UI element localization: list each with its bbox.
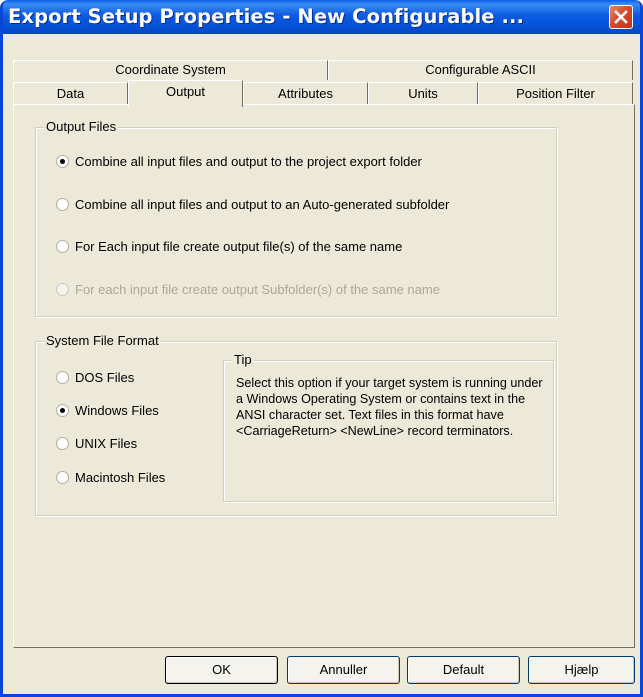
radio-label: UNIX Files — [75, 436, 138, 451]
radio-label: Combine all input files and output to th… — [75, 154, 422, 169]
ok-button[interactable]: OK — [165, 656, 278, 684]
radio-label: Combine all input files and output to an… — [75, 197, 450, 212]
tab-attributes[interactable]: Attributes — [243, 82, 368, 105]
radio-windows-files[interactable]: Windows Files — [56, 402, 159, 420]
radio-label: Windows Files — [75, 403, 159, 418]
system-file-format-group: System File Format DOS Files Windows Fil… — [35, 333, 557, 516]
radio-icon — [56, 471, 69, 485]
radio-icon — [56, 437, 69, 451]
radio-each-file-same-name[interactable]: For Each input file create output file(s… — [56, 238, 402, 256]
tab-label: Output — [165, 84, 206, 99]
close-button[interactable] — [609, 5, 633, 29]
window-title: Export Setup Properties - New Configurab… — [8, 5, 525, 28]
radio-label: DOS Files — [75, 370, 135, 385]
radio-disabled-icon — [56, 283, 69, 297]
radio-each-file-subfolder: For each input file create output Subfol… — [56, 281, 440, 299]
radio-unix-files[interactable]: UNIX Files — [56, 435, 137, 453]
tab-units[interactable]: Units — [368, 82, 478, 105]
radio-label: For each input file create output Subfol… — [75, 282, 440, 297]
title-bar[interactable]: Export Setup Properties - New Configurab… — [3, 0, 640, 34]
close-icon — [614, 10, 628, 24]
tip-group: Tip Select this option if your target sy… — [223, 352, 554, 502]
radio-macintosh-files[interactable]: Macintosh Files — [56, 469, 165, 487]
tab-label: Units — [408, 86, 438, 101]
radio-icon — [56, 371, 69, 385]
tab-label: Data — [56, 86, 85, 101]
tab-label: Attributes — [278, 86, 333, 101]
dialog-window: Export Setup Properties - New Configurab… — [0, 0, 643, 697]
radio-checked-icon — [56, 404, 69, 418]
radio-checked-icon — [56, 155, 69, 169]
output-files-legend: Output Files — [44, 119, 119, 135]
tab-output[interactable]: Output — [128, 80, 243, 107]
radio-icon — [56, 198, 69, 212]
cancel-button[interactable]: Annuller — [287, 656, 400, 684]
tab-panel-output: Output Files Combine all input files and… — [13, 104, 635, 648]
radio-icon — [56, 240, 69, 254]
radio-combine-project-folder[interactable]: Combine all input files and output to th… — [56, 153, 422, 171]
tab-coordinate-system[interactable]: Coordinate System — [13, 60, 328, 80]
output-files-group: Output Files Combine all input files and… — [35, 119, 557, 317]
tab-label: Position Filter — [516, 86, 595, 101]
tip-legend: Tip — [232, 352, 254, 368]
help-button[interactable]: Hjælp — [528, 656, 635, 684]
default-button[interactable]: Default — [407, 656, 520, 684]
tab-label: Configurable ASCII — [425, 62, 536, 77]
tip-text: Select this option if your target system… — [236, 376, 543, 438]
tab-position-filter[interactable]: Position Filter — [478, 82, 633, 105]
radio-dos-files[interactable]: DOS Files — [56, 369, 134, 387]
tab-label: Coordinate System — [115, 62, 226, 77]
radio-label: Macintosh Files — [75, 470, 166, 485]
radio-combine-auto-subfolder[interactable]: Combine all input files and output to an… — [56, 196, 449, 214]
system-file-format-legend: System File Format — [44, 333, 161, 349]
tab-data[interactable]: Data — [13, 82, 128, 105]
tab-configurable-ascii[interactable]: Configurable ASCII — [328, 60, 633, 80]
radio-label: For Each input file create output file(s… — [75, 239, 403, 254]
